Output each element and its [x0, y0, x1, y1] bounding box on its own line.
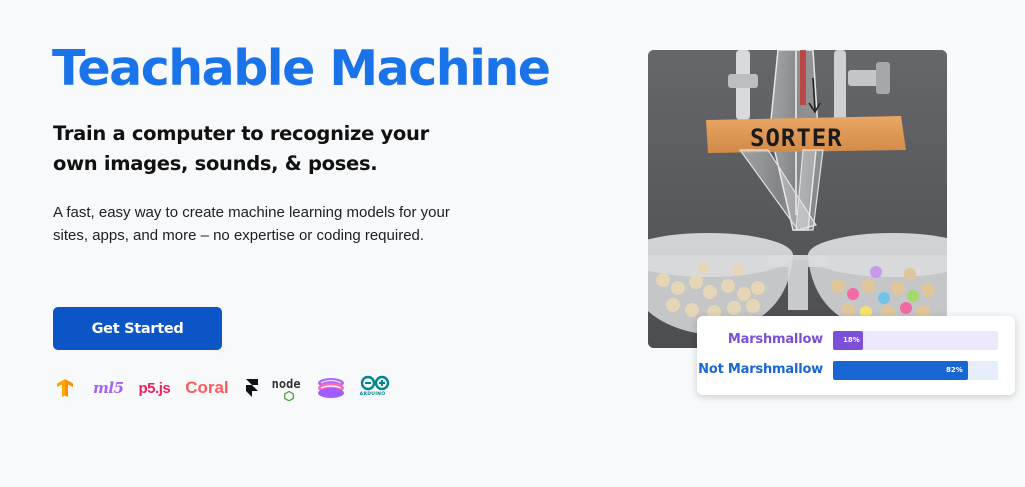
prediction-row: Marshmallow 18% [697, 329, 1015, 351]
tensorflow-logo[interactable] [56, 374, 77, 402]
prediction-label: Not Marshmallow [698, 362, 823, 377]
sorter-demo-image: SORTER [648, 50, 947, 348]
prediction-label: Marshmallow [727, 332, 823, 347]
p5js-logo-text: p5.js [138, 379, 171, 397]
nodejs-logo[interactable]: node [272, 374, 306, 402]
nodejs-logo-text: node [271, 377, 301, 391]
glitch-icon [317, 378, 344, 398]
coral-logo-text: Coral [185, 378, 229, 397]
prediction-percent: 18% [843, 336, 860, 344]
prediction-card: Marshmallow 18% Not Marshmallow 82% [697, 316, 1015, 395]
sorter-illustration: SORTER [648, 50, 947, 348]
arduino-infinity-icon [360, 375, 389, 391]
arduino-logo[interactable]: ARDUINO [359, 374, 391, 402]
nodejs-hexagon-icon [283, 391, 294, 401]
prediction-percent: 82% [946, 366, 963, 374]
framer-icon [245, 379, 258, 397]
prediction-row: Not Marshmallow 82% [697, 359, 1015, 381]
p5js-logo[interactable]: p5.js [139, 374, 171, 402]
page-title: Teachable Machine [52, 40, 551, 97]
hero-subtitle: Train a computer to recognize your own i… [53, 122, 429, 175]
hero-section: Teachable Machine Train a computer to re… [0, 0, 1025, 487]
partner-logos: ml5 p5.js Coral node ARDUINO [56, 374, 391, 402]
glitch-logo[interactable] [317, 374, 345, 402]
sorter-label-text: SORTER [750, 124, 843, 152]
prediction-bar-fill: 82% [833, 361, 968, 380]
tensorflow-icon [57, 379, 73, 397]
ml5-logo-text: ml5 [93, 379, 124, 397]
arduino-logo-text: ARDUINO [359, 392, 386, 397]
prediction-bar-track: 82% [833, 361, 998, 380]
prediction-bar-fill: 18% [833, 331, 863, 350]
prediction-bar-track: 18% [833, 331, 998, 350]
hero-description: A fast, easy way to create machine learn… [53, 204, 450, 244]
get-started-button[interactable]: Get Started [53, 307, 222, 350]
framer-logo[interactable] [245, 374, 258, 402]
coral-logo[interactable]: Coral [185, 374, 228, 402]
ml5-logo[interactable]: ml5 [93, 374, 124, 402]
